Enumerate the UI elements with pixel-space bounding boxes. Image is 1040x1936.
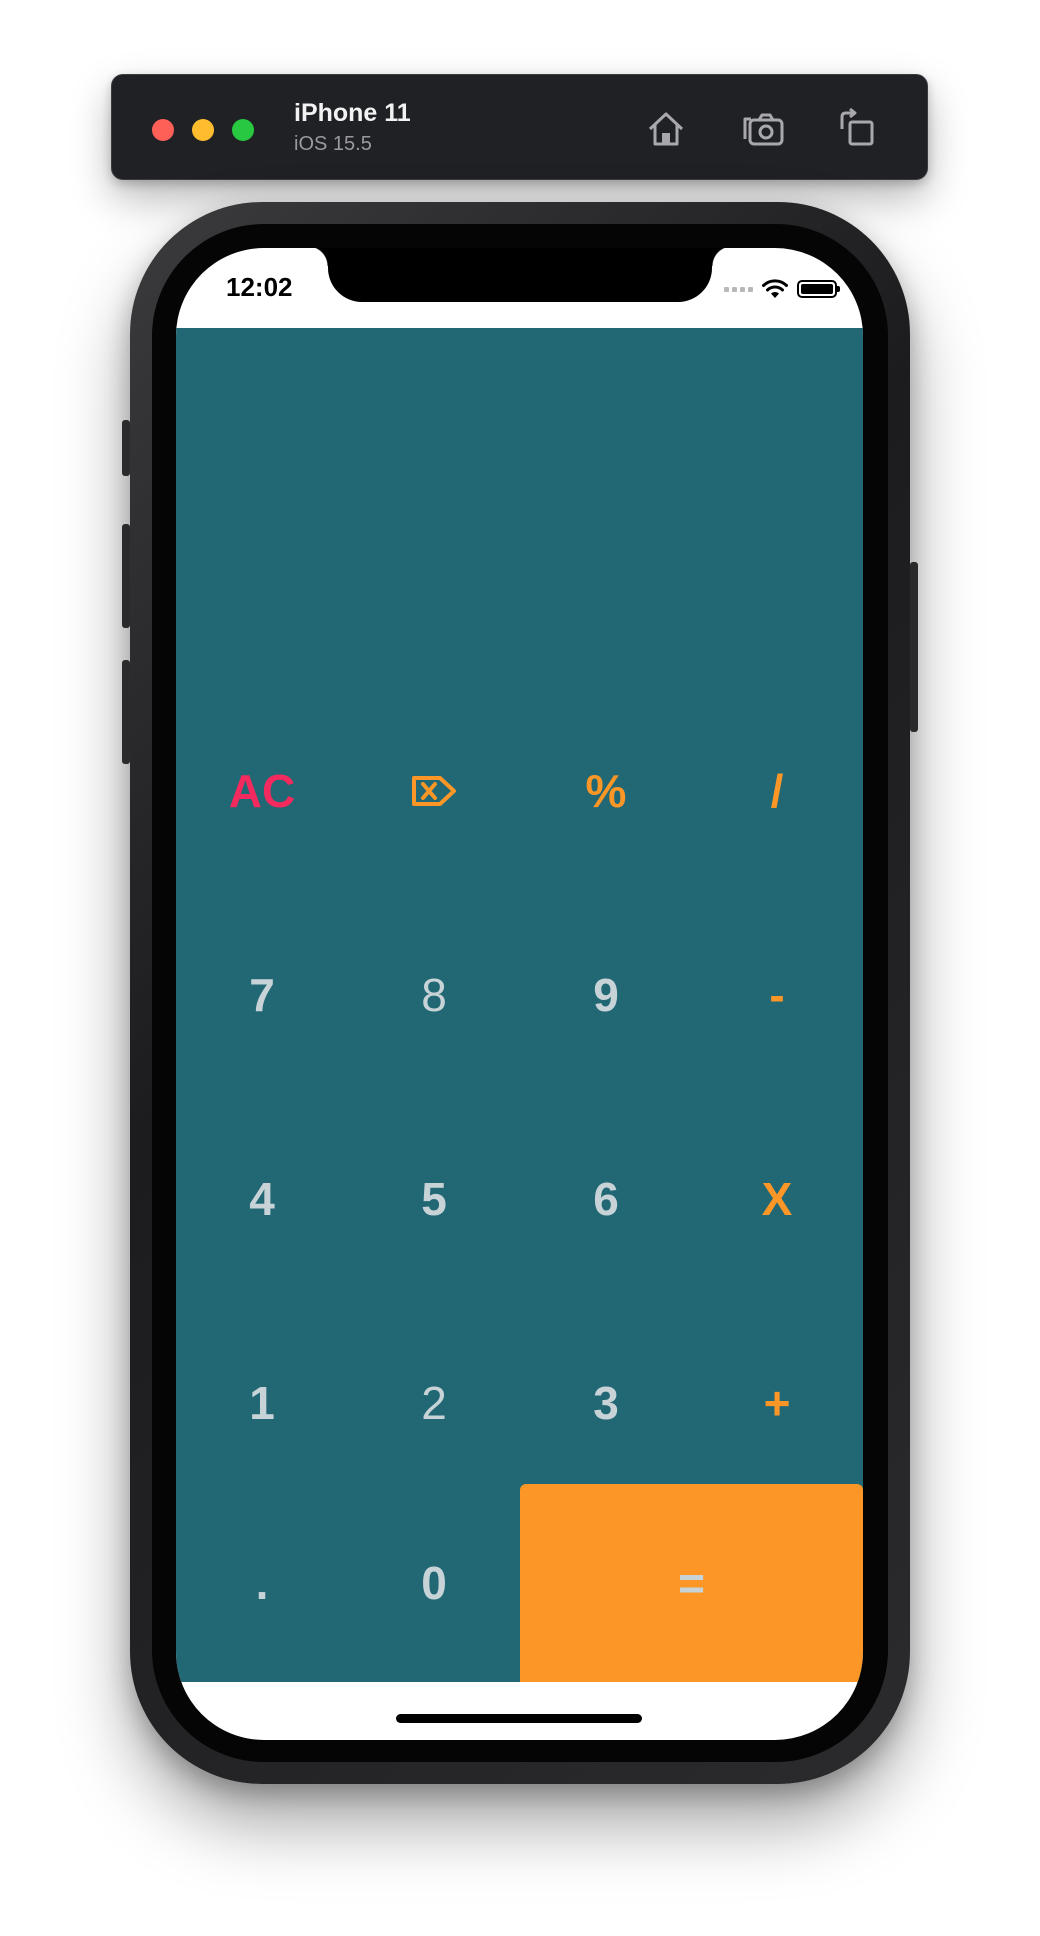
digit-5-button[interactable]: 5 (348, 1100, 520, 1298)
backspace-icon (410, 772, 458, 810)
status-indicators (724, 278, 840, 300)
phone-screen: 12:02 AC % / 7 8 9 - 4 5 6 X 1 2 3 + . 0… (176, 248, 863, 1740)
notch (308, 248, 732, 302)
minimize-window-button[interactable] (192, 119, 214, 141)
cellular-signal-icon (724, 286, 753, 292)
volume-up-button (122, 524, 130, 628)
battery-icon (797, 280, 840, 298)
keypad: AC % / 7 8 9 - 4 5 6 X 1 2 3 + . 0 = (176, 692, 863, 1682)
home-icon[interactable] (642, 105, 690, 153)
multiply-button[interactable]: X (691, 1100, 863, 1298)
status-time: 12:02 (226, 272, 293, 302)
digit-2-button[interactable]: 2 (348, 1304, 520, 1502)
device-name: iPhone 11 (294, 99, 411, 127)
digit-1-button[interactable]: 1 (176, 1304, 348, 1502)
backspace-button[interactable] (348, 692, 520, 890)
decimal-point-button[interactable]: . (176, 1484, 348, 1682)
equals-button[interactable]: = (520, 1484, 863, 1682)
digit-4-button[interactable]: 4 (176, 1100, 348, 1298)
plus-button[interactable]: + (691, 1304, 863, 1502)
calculator-display (176, 328, 863, 682)
digit-9-button[interactable]: 9 (520, 896, 692, 1094)
digit-7-button[interactable]: 7 (176, 896, 348, 1094)
digit-0-button[interactable]: 0 (348, 1484, 520, 1682)
volume-down-button (122, 660, 130, 764)
zoom-window-button[interactable] (232, 119, 254, 141)
device-os-version: iOS 15.5 (294, 133, 372, 155)
simulator-window: iPhone 11 iOS 15.5 12:02 AC % / 7 8 9 - … (0, 0, 1040, 1936)
digit-8-button[interactable]: 8 (348, 896, 520, 1094)
home-indicator[interactable] (396, 1714, 642, 1723)
screenshot-icon[interactable] (739, 105, 787, 153)
percent-button[interactable]: % (520, 692, 692, 890)
simulator-toolbar: iPhone 11 iOS 15.5 (111, 74, 928, 180)
wifi-icon (761, 278, 789, 300)
digit-3-button[interactable]: 3 (520, 1304, 692, 1502)
close-window-button[interactable] (152, 119, 174, 141)
power-button (910, 562, 918, 732)
divide-button[interactable]: / (691, 692, 863, 890)
all-clear-button[interactable]: AC (176, 692, 348, 890)
calculator-app: AC % / 7 8 9 - 4 5 6 X 1 2 3 + . 0 = (176, 328, 863, 1682)
minus-button[interactable]: - (691, 896, 863, 1094)
digit-6-button[interactable]: 6 (520, 1100, 692, 1298)
mute-switch (122, 420, 130, 476)
rotate-icon[interactable] (832, 105, 880, 153)
